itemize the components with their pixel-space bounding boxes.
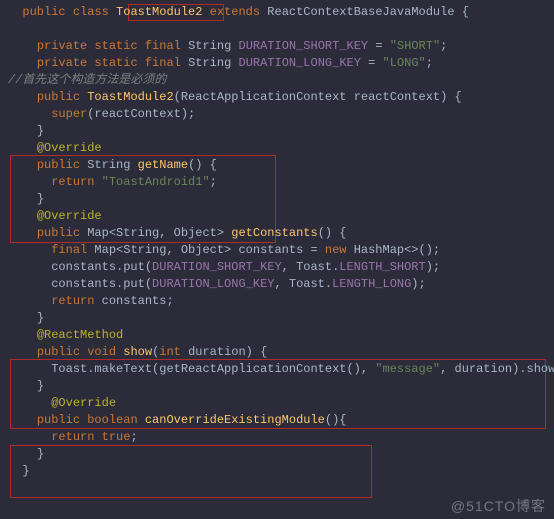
code-line: public class ToastModule2 extends ReactC… [8,4,554,21]
code-line: } [8,310,554,327]
code-line: public ToastModule2(ReactApplicationCont… [8,89,554,106]
code-line: private static final String DURATION_SHO… [8,38,554,55]
code-line: @Override [8,395,554,412]
code-line: final Map<String, Object> constants = ne… [8,242,554,259]
code-line: public String getName() { [8,157,554,174]
code-line: } [8,446,554,463]
code-line: @ReactMethod [8,327,554,344]
code-line: public boolean canOverrideExistingModule… [8,412,554,429]
code-line: @Override [8,140,554,157]
code-line: return "ToastAndroid1"; [8,174,554,191]
code-line: super(reactContext); [8,106,554,123]
code-line: } [8,463,554,480]
watermark-text: @51CTO博客 [451,498,546,515]
code-line: return true; [8,429,554,446]
code-line: Toast.makeText(getReactApplicationContex… [8,361,554,378]
code-line: constants.put(DURATION_SHORT_KEY, Toast.… [8,259,554,276]
code-line: return constants; [8,293,554,310]
code-line: //首先这个构造方法是必须的 [8,72,554,89]
code-line [8,21,554,38]
code-line: } [8,378,554,395]
code-line: constants.put(DURATION_LONG_KEY, Toast.L… [8,276,554,293]
code-block: public class ToastModule2 extends ReactC… [0,0,554,484]
code-line: public Map<String, Object> getConstants(… [8,225,554,242]
code-line: @Override [8,208,554,225]
code-line: public void show(int duration) { [8,344,554,361]
code-line: } [8,123,554,140]
code-line: } [8,191,554,208]
code-line: private static final String DURATION_LON… [8,55,554,72]
